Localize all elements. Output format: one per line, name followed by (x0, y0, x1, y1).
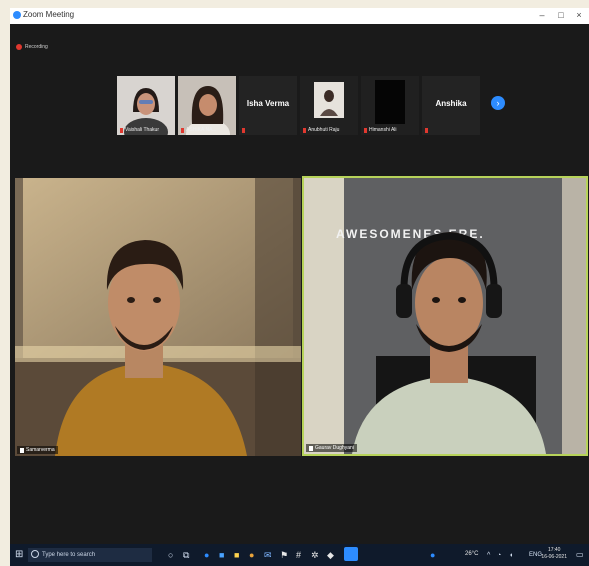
meeting-area: Recording Vaishali Thakur ASHIKA NA... I… (10, 24, 589, 552)
participant-thumb[interactable]: Himanshi Ali (361, 76, 419, 135)
maximize-button[interactable]: □ (555, 10, 567, 20)
windows-taskbar: ⊞ Type here to search ○ ⧉ ● ■ ■ ● ✉ ⚑ # … (10, 544, 589, 566)
muted-mic-icon (425, 128, 428, 133)
participant-strip: Vaishali Thakur ASHIKA NA... Isha Verma (117, 76, 480, 135)
participant-big-name: Anshika (435, 99, 467, 108)
mic-icon (20, 447, 24, 453)
participant-thumb[interactable]: ASHIKA NA... (178, 76, 236, 135)
mail-icon[interactable]: ✉ (264, 550, 272, 561)
participant-name: Himanshi Ali (369, 127, 397, 133)
participant-thumb[interactable]: Isha Verma (239, 76, 297, 135)
clock-time: 17:40 (547, 547, 561, 553)
participant-name-label: Himanshi Ali (364, 127, 397, 133)
zoom-tray-icon[interactable]: ● (430, 550, 435, 560)
clock-date: 16-06-2021 (541, 554, 567, 560)
muted-mic-icon (242, 128, 245, 133)
participant-name-label (425, 128, 428, 133)
task-view-icon[interactable]: ⧉ (183, 550, 189, 561)
notification-icon[interactable]: ▭ (576, 550, 584, 559)
language-indicator[interactable]: ENG (529, 552, 542, 558)
participant-video: AWESOMENES ERE. (304, 178, 586, 454)
file-explorer-icon[interactable]: ■ (234, 550, 239, 560)
app-icon[interactable]: ◆ (327, 550, 334, 561)
recording-indicator: Recording (16, 44, 48, 50)
video-tile-active-speaker[interactable]: AWESOMENES ERE. Gaurav Dughyani (302, 176, 588, 456)
participant-name-label (242, 128, 245, 133)
title-bar: Zoom Meeting – □ × (10, 8, 589, 24)
minimize-button[interactable]: – (536, 10, 548, 20)
search-icon (31, 550, 39, 558)
volume-icon[interactable]: ◖ (509, 552, 513, 559)
muted-mic-icon (364, 127, 367, 133)
participant-big-name: Isha Verma (246, 99, 290, 108)
muted-mic-icon (120, 127, 123, 133)
mic-icon (309, 445, 313, 451)
participant-thumb[interactable]: Anubhuti Raju (300, 76, 358, 135)
edge-icon[interactable]: ● (204, 550, 209, 560)
participant-name-label: Samarverma (17, 446, 58, 454)
close-button[interactable]: × (573, 10, 585, 20)
recording-label: Recording (25, 44, 48, 50)
settings-icon[interactable]: ✲ (311, 550, 319, 561)
store-icon[interactable]: ■ (219, 550, 224, 560)
weather-text[interactable]: 26°C (465, 551, 478, 557)
participant-name: Anubhuti Raju (308, 127, 340, 133)
muted-mic-icon (303, 127, 306, 133)
slack-icon[interactable]: # (296, 550, 301, 560)
taskbar-search-box[interactable]: Type here to search (28, 548, 152, 562)
participant-name-label: Anubhuti Raju (303, 127, 339, 133)
network-icon[interactable]: ◔ (497, 552, 501, 559)
windows-start-icon[interactable]: ⊞ (15, 549, 23, 560)
participant-video (15, 178, 301, 456)
window-title: Zoom Meeting (23, 10, 75, 19)
participant-name-label: ASHIKA NA... (181, 127, 217, 133)
tray-chevron-icon[interactable]: ^ (487, 552, 490, 559)
chrome-icon[interactable]: ● (249, 550, 254, 560)
muted-mic-icon (181, 127, 184, 133)
video-tile-left[interactable]: Samarverma (15, 178, 301, 456)
cortana-icon[interactable]: ○ (168, 550, 173, 560)
participant-name: Vaishali Thakur (125, 127, 159, 133)
participant-name: ASHIKA NA... (186, 127, 217, 133)
participant-thumb[interactable]: Vaishali Thakur (117, 76, 175, 135)
participant-thumb[interactable]: Anshika (422, 76, 480, 135)
zoom-taskbar-icon[interactable] (344, 547, 358, 561)
participant-name-label: Gaurav Dughyani (306, 444, 357, 452)
taskbar-clock[interactable]: 17:40 16-06-2021 (541, 547, 567, 561)
participant-name: Gaurav Dughyani (315, 445, 354, 451)
participant-name-label: Vaishali Thakur (120, 127, 159, 133)
participant-name: Samarverma (26, 447, 55, 453)
record-dot-icon (16, 44, 22, 50)
next-page-button[interactable]: › (491, 96, 505, 110)
zoom-app-icon (13, 11, 21, 19)
teams-icon[interactable]: ⚑ (280, 550, 288, 561)
zoom-window: Zoom Meeting – □ × Recording Vaishali Th… (10, 8, 589, 566)
